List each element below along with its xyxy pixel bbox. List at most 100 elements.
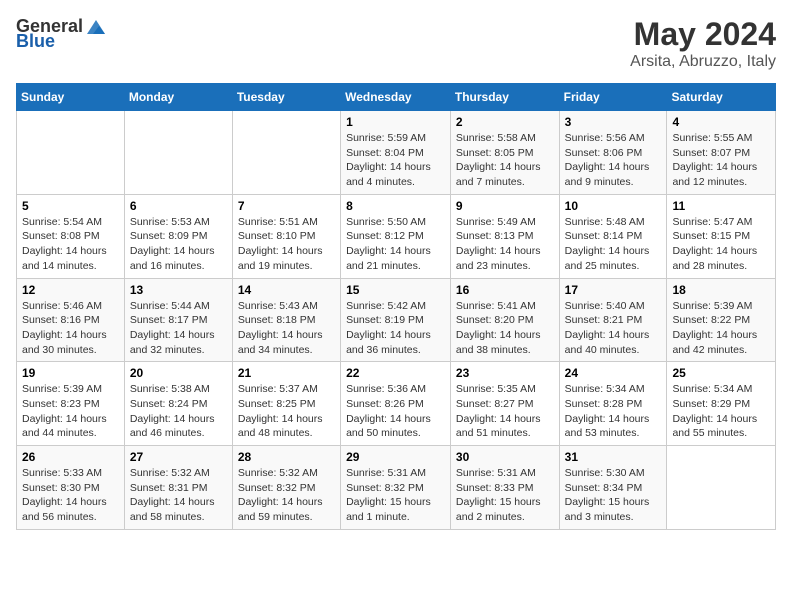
day-info: Sunrise: 5:32 AMSunset: 8:32 PMDaylight:… bbox=[238, 466, 335, 525]
calendar-table: SundayMondayTuesdayWednesdayThursdayFrid… bbox=[16, 83, 776, 530]
day-number: 22 bbox=[346, 366, 445, 380]
main-title: May 2024 bbox=[630, 16, 776, 53]
day-number: 14 bbox=[238, 283, 335, 297]
day-info: Sunrise: 5:43 AMSunset: 8:18 PMDaylight:… bbox=[238, 299, 335, 358]
day-info: Sunrise: 5:47 AMSunset: 8:15 PMDaylight:… bbox=[672, 215, 770, 274]
day-number: 24 bbox=[565, 366, 662, 380]
calendar-cell: 31 Sunrise: 5:30 AMSunset: 8:34 PMDayligh… bbox=[559, 446, 667, 530]
day-info: Sunrise: 5:30 AMSunset: 8:34 PMDaylight:… bbox=[565, 466, 662, 525]
day-number: 21 bbox=[238, 366, 335, 380]
calendar-cell: 29 Sunrise: 5:31 AMSunset: 8:32 PMDayligh… bbox=[341, 446, 451, 530]
day-info: Sunrise: 5:51 AMSunset: 8:10 PMDaylight:… bbox=[238, 215, 335, 274]
calendar-cell bbox=[17, 111, 125, 195]
weekday-header-cell: Friday bbox=[559, 84, 667, 111]
calendar-cell: 30Sunrise: 5:31 AMSunset: 8:33 PMDayligh… bbox=[450, 446, 559, 530]
calendar-cell: 18Sunrise: 5:39 AMSunset: 8:22 PMDayligh… bbox=[667, 278, 776, 362]
calendar-cell: 9Sunrise: 5:49 AMSunset: 8:13 PMDaylight… bbox=[450, 194, 559, 278]
day-info: Sunrise: 5:49 AMSunset: 8:13 PMDaylight:… bbox=[456, 215, 554, 274]
calendar-week-row: 19 Sunrise: 5:39 AMSunset: 8:23 PMDayligh… bbox=[17, 362, 776, 446]
day-number: 15 bbox=[346, 283, 445, 297]
calendar-cell: 19 Sunrise: 5:39 AMSunset: 8:23 PMDayligh… bbox=[17, 362, 125, 446]
calendar-cell: 13 Sunrise: 5:44 AMSunset: 8:17 PMDayligh… bbox=[124, 278, 232, 362]
day-info: Sunrise: 5:34 AMSunset: 8:28 PMDaylight:… bbox=[565, 382, 662, 441]
calendar-cell: 25Sunrise: 5:34 AMSunset: 8:29 PMDayligh… bbox=[667, 362, 776, 446]
title-block: May 2024 Arsita, Abruzzo, Italy bbox=[630, 16, 776, 71]
calendar-cell: 27 Sunrise: 5:32 AMSunset: 8:31 PMDayligh… bbox=[124, 446, 232, 530]
day-info: Sunrise: 5:46 AMSunset: 8:16 PMDaylight:… bbox=[22, 299, 119, 358]
day-number: 18 bbox=[672, 283, 770, 297]
logo-icon bbox=[85, 18, 107, 36]
day-info: Sunrise: 5:53 AMSunset: 8:09 PMDaylight:… bbox=[130, 215, 227, 274]
day-info: Sunrise: 5:32 AMSunset: 8:31 PMDaylight:… bbox=[130, 466, 227, 525]
weekday-header-cell: Saturday bbox=[667, 84, 776, 111]
calendar-cell: 12 Sunrise: 5:46 AMSunset: 8:16 PMDayligh… bbox=[17, 278, 125, 362]
day-info: Sunrise: 5:31 AMSunset: 8:32 PMDaylight:… bbox=[346, 466, 445, 525]
day-number: 31 bbox=[565, 450, 662, 464]
calendar-cell bbox=[124, 111, 232, 195]
day-number: 8 bbox=[346, 199, 445, 213]
calendar-cell: 7 Sunrise: 5:51 AMSunset: 8:10 PMDaylight… bbox=[232, 194, 340, 278]
calendar-cell: 8 Sunrise: 5:50 AMSunset: 8:12 PMDaylight… bbox=[341, 194, 451, 278]
calendar-cell: 15 Sunrise: 5:42 AMSunset: 8:19 PMDayligh… bbox=[341, 278, 451, 362]
day-number: 11 bbox=[672, 199, 770, 213]
day-number: 23 bbox=[456, 366, 554, 380]
calendar-cell: 1Sunrise: 5:59 AMSunset: 8:04 PMDaylight… bbox=[341, 111, 451, 195]
day-number: 3 bbox=[565, 115, 662, 129]
calendar-body: 1Sunrise: 5:59 AMSunset: 8:04 PMDaylight… bbox=[17, 111, 776, 530]
calendar-cell: 26Sunrise: 5:33 AMSunset: 8:30 PMDayligh… bbox=[17, 446, 125, 530]
day-info: Sunrise: 5:40 AMSunset: 8:21 PMDaylight:… bbox=[565, 299, 662, 358]
day-number: 12 bbox=[22, 283, 119, 297]
day-number: 6 bbox=[130, 199, 227, 213]
calendar-cell: 3 Sunrise: 5:56 AMSunset: 8:06 PMDaylight… bbox=[559, 111, 667, 195]
day-info: Sunrise: 5:54 AMSunset: 8:08 PMDaylight:… bbox=[22, 215, 119, 274]
day-info: Sunrise: 5:48 AMSunset: 8:14 PMDaylight:… bbox=[565, 215, 662, 274]
day-number: 13 bbox=[130, 283, 227, 297]
calendar-cell: 2 Sunrise: 5:58 AMSunset: 8:05 PMDaylight… bbox=[450, 111, 559, 195]
calendar-cell: 21 Sunrise: 5:37 AMSunset: 8:25 PMDayligh… bbox=[232, 362, 340, 446]
calendar-cell: 10 Sunrise: 5:48 AMSunset: 8:14 PMDayligh… bbox=[559, 194, 667, 278]
day-info: Sunrise: 5:37 AMSunset: 8:25 PMDaylight:… bbox=[238, 382, 335, 441]
day-number: 25 bbox=[672, 366, 770, 380]
day-number: 5 bbox=[22, 199, 119, 213]
day-info: Sunrise: 5:50 AMSunset: 8:12 PMDaylight:… bbox=[346, 215, 445, 274]
calendar-cell bbox=[667, 446, 776, 530]
calendar-week-row: 26Sunrise: 5:33 AMSunset: 8:30 PMDayligh… bbox=[17, 446, 776, 530]
day-info: Sunrise: 5:56 AMSunset: 8:06 PMDaylight:… bbox=[565, 131, 662, 190]
day-info: Sunrise: 5:59 AMSunset: 8:04 PMDaylight:… bbox=[346, 131, 445, 190]
day-number: 30 bbox=[456, 450, 554, 464]
page-header: General Blue May 2024 Arsita, Abruzzo, I… bbox=[16, 16, 776, 71]
calendar-cell bbox=[232, 111, 340, 195]
calendar-cell: 5 Sunrise: 5:54 AMSunset: 8:08 PMDaylight… bbox=[17, 194, 125, 278]
day-info: Sunrise: 5:58 AMSunset: 8:05 PMDaylight:… bbox=[456, 131, 554, 190]
day-number: 10 bbox=[565, 199, 662, 213]
calendar-cell: 20Sunrise: 5:38 AMSunset: 8:24 PMDayligh… bbox=[124, 362, 232, 446]
calendar-cell: 14 Sunrise: 5:43 AMSunset: 8:18 PMDayligh… bbox=[232, 278, 340, 362]
weekday-header-cell: Sunday bbox=[17, 84, 125, 111]
calendar-week-row: 5 Sunrise: 5:54 AMSunset: 8:08 PMDaylight… bbox=[17, 194, 776, 278]
day-number: 17 bbox=[565, 283, 662, 297]
calendar-week-row: 12 Sunrise: 5:46 AMSunset: 8:16 PMDayligh… bbox=[17, 278, 776, 362]
calendar-header-row: SundayMondayTuesdayWednesdayThursdayFrid… bbox=[17, 84, 776, 111]
calendar-cell: 16 Sunrise: 5:41 AMSunset: 8:20 PMDayligh… bbox=[450, 278, 559, 362]
subtitle: Arsita, Abruzzo, Italy bbox=[630, 53, 776, 71]
day-number: 2 bbox=[456, 115, 554, 129]
day-number: 16 bbox=[456, 283, 554, 297]
weekday-header-cell: Wednesday bbox=[341, 84, 451, 111]
day-info: Sunrise: 5:41 AMSunset: 8:20 PMDaylight:… bbox=[456, 299, 554, 358]
day-info: Sunrise: 5:44 AMSunset: 8:17 PMDaylight:… bbox=[130, 299, 227, 358]
calendar-cell: 6 Sunrise: 5:53 AMSunset: 8:09 PMDaylight… bbox=[124, 194, 232, 278]
day-info: Sunrise: 5:55 AMSunset: 8:07 PMDaylight:… bbox=[672, 131, 770, 190]
calendar-cell: 23 Sunrise: 5:35 AMSunset: 8:27 PMDayligh… bbox=[450, 362, 559, 446]
day-info: Sunrise: 5:39 AMSunset: 8:23 PMDaylight:… bbox=[22, 382, 119, 441]
weekday-header-cell: Thursday bbox=[450, 84, 559, 111]
calendar-cell: 22Sunrise: 5:36 AMSunset: 8:26 PMDayligh… bbox=[341, 362, 451, 446]
day-number: 28 bbox=[238, 450, 335, 464]
day-info: Sunrise: 5:35 AMSunset: 8:27 PMDaylight:… bbox=[456, 382, 554, 441]
day-number: 26 bbox=[22, 450, 119, 464]
day-number: 7 bbox=[238, 199, 335, 213]
calendar-cell: 17 Sunrise: 5:40 AMSunset: 8:21 PMDayligh… bbox=[559, 278, 667, 362]
day-number: 19 bbox=[22, 366, 119, 380]
day-info: Sunrise: 5:42 AMSunset: 8:19 PMDaylight:… bbox=[346, 299, 445, 358]
day-number: 29 bbox=[346, 450, 445, 464]
day-number: 27 bbox=[130, 450, 227, 464]
